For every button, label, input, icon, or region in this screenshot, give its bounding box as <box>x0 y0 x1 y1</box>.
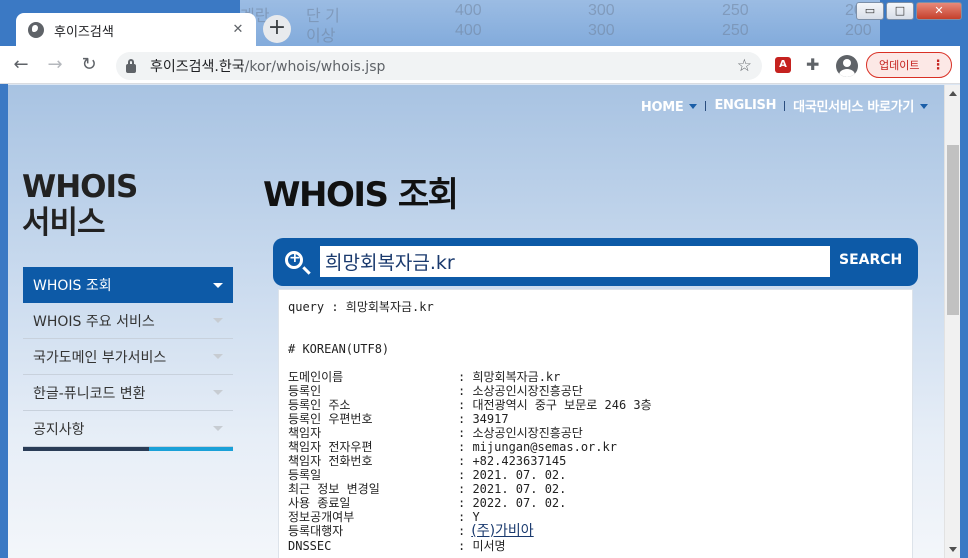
background-text: 250 <box>722 2 749 19</box>
web-page: HOME ENGLISH 대국민서비스 바로가기 WHOIS 서비스 WHOIS… <box>8 85 944 558</box>
chevron-down-icon <box>213 426 223 431</box>
reload-icon[interactable]: ↻ <box>76 52 102 78</box>
background-text: 200 <box>845 22 872 39</box>
search-bar: SEARCH <box>273 238 918 286</box>
back-arrow-icon[interactable]: ← <box>8 52 34 78</box>
window-controls: ▭ □ ✕ <box>856 2 962 20</box>
result-query: query : 희망회복자금.kr <box>288 300 434 314</box>
sidebar-menu: WHOIS 조회 WHOIS 주요 서비스 국가도메인 부가서비스 한글-퓨니코… <box>23 267 233 451</box>
sidebar-item-whois-lookup[interactable]: WHOIS 조회 <box>23 267 233 303</box>
background-text: 300 <box>588 2 615 19</box>
top-navigation: HOME ENGLISH 대국민서비스 바로가기 <box>641 96 928 115</box>
result-encoding: # KOREAN(UTF8) <box>288 342 390 356</box>
background-text: 300 <box>588 22 615 39</box>
chevron-down-icon <box>213 354 223 359</box>
result-row: 등록인 우편번호: 34917 <box>288 412 509 426</box>
nav-separator <box>705 100 707 111</box>
sidebar-item-notices[interactable]: 공지사항 <box>23 411 233 447</box>
sidebar-title: WHOIS 서비스 <box>22 169 138 241</box>
page-title: WHOIS 조회 <box>263 175 459 215</box>
update-button[interactable]: 업데이트 ⋮ <box>866 52 952 78</box>
search-button[interactable]: SEARCH <box>839 252 902 268</box>
sidebar-item-punycode[interactable]: 한글-퓨니코드 변환 <box>23 375 233 411</box>
browser-toolbar: ← → ↻ 후이즈검색.한국/kor/whois/whois.jsp ☆ A ✚… <box>0 46 968 84</box>
window-frame-left <box>0 84 8 558</box>
chevron-down-icon <box>213 390 223 395</box>
nav-separator <box>784 100 786 111</box>
close-window-button[interactable]: ✕ <box>916 2 962 20</box>
url-text[interactable]: 후이즈검색.한국/kor/whois/whois.jsp <box>150 56 385 76</box>
result-row-registrar: 등록대행자: (주)가비아 <box>288 523 534 539</box>
result-row: 최근 정보 변경일: 2021. 07. 02. <box>288 482 567 496</box>
pdf-extension-icon[interactable]: A <box>775 57 791 73</box>
chevron-down-icon <box>213 318 223 323</box>
result-row: 등록인 주소: 대전광역시 중구 보문로 246 3층 <box>288 398 652 412</box>
background-text: 400 <box>455 2 482 19</box>
page-scrollbar[interactable] <box>944 85 960 558</box>
chevron-down-icon <box>213 282 223 288</box>
whois-result: query : 희망회복자금.kr # KOREAN(UTF8) 도메인이름: … <box>278 289 913 558</box>
address-bar[interactable]: 후이즈검색.한국/kor/whois/whois.jsp ☆ <box>116 52 762 80</box>
result-row: 등록인: 소상공인시장진흥공단 <box>288 384 583 398</box>
nav-english[interactable]: ENGLISH <box>714 98 776 113</box>
caret-down-icon <box>920 104 928 109</box>
background-text: 250 <box>722 22 749 39</box>
update-label: 업데이트 <box>879 59 920 72</box>
caret-down-icon <box>689 104 698 109</box>
tab-title: 후이즈검색 <box>54 24 114 40</box>
result-row: 등록일: 2021. 07. 02. <box>288 468 567 482</box>
profile-avatar-icon[interactable] <box>836 55 858 77</box>
close-tab-icon[interactable]: ✕ <box>228 20 248 40</box>
background-text: 400 <box>455 22 482 39</box>
bookmark-star-icon[interactable]: ☆ <box>737 56 752 76</box>
scrollbar-thumb[interactable] <box>947 145 959 315</box>
background-text: 이상 <box>306 28 336 45</box>
nav-home[interactable]: HOME <box>641 96 698 115</box>
lock-icon[interactable] <box>126 58 136 73</box>
scroll-up-arrow-icon[interactable] <box>949 91 957 96</box>
globe-icon <box>28 22 44 38</box>
forward-arrow-icon[interactable]: → <box>42 52 68 78</box>
result-row: 책임자 전화번호: +82.423637145 <box>288 454 567 468</box>
new-tab-button[interactable]: + <box>263 15 291 43</box>
result-row: 책임자: 소상공인시장진흥공단 <box>288 426 583 440</box>
menu-dots-icon: ⋮ <box>931 57 945 73</box>
minimize-button[interactable]: ▭ <box>856 2 884 20</box>
result-row: 사용 종료일: 2022. 07. 02. <box>288 496 567 510</box>
search-input[interactable] <box>320 246 830 277</box>
sidebar-item-whois-services[interactable]: WHOIS 주요 서비스 <box>23 303 233 339</box>
sidebar-item-domain-addons[interactable]: 국가도메인 부가서비스 <box>23 339 233 375</box>
registrar-link[interactable]: (주)가비아 <box>471 524 533 539</box>
browser-tab[interactable]: 후이즈검색 ✕ <box>16 13 256 46</box>
sidebar-bottom-bar <box>23 447 233 451</box>
result-row: 정보공개여부: Y <box>288 510 480 524</box>
extensions-puzzle-icon[interactable]: ✚ <box>806 55 819 74</box>
result-row-dnssec: DNSSEC: 미서명 <box>288 539 506 553</box>
window-titlebar: 계란 단 기 400 300 250 200 이상 400 300 250 20… <box>0 0 968 46</box>
result-row: 도메인이름: 희망회복자금.kr <box>288 370 561 384</box>
result-row: 책임자 전자우편: mijungan@semas.or.kr <box>288 440 617 454</box>
scroll-down-arrow-icon[interactable] <box>949 547 957 552</box>
zoom-search-icon <box>285 250 303 269</box>
maximize-button[interactable]: □ <box>886 2 914 20</box>
nav-public-services[interactable]: 대국민서비스 바로가기 <box>793 96 928 115</box>
window-frame-right <box>960 46 968 558</box>
